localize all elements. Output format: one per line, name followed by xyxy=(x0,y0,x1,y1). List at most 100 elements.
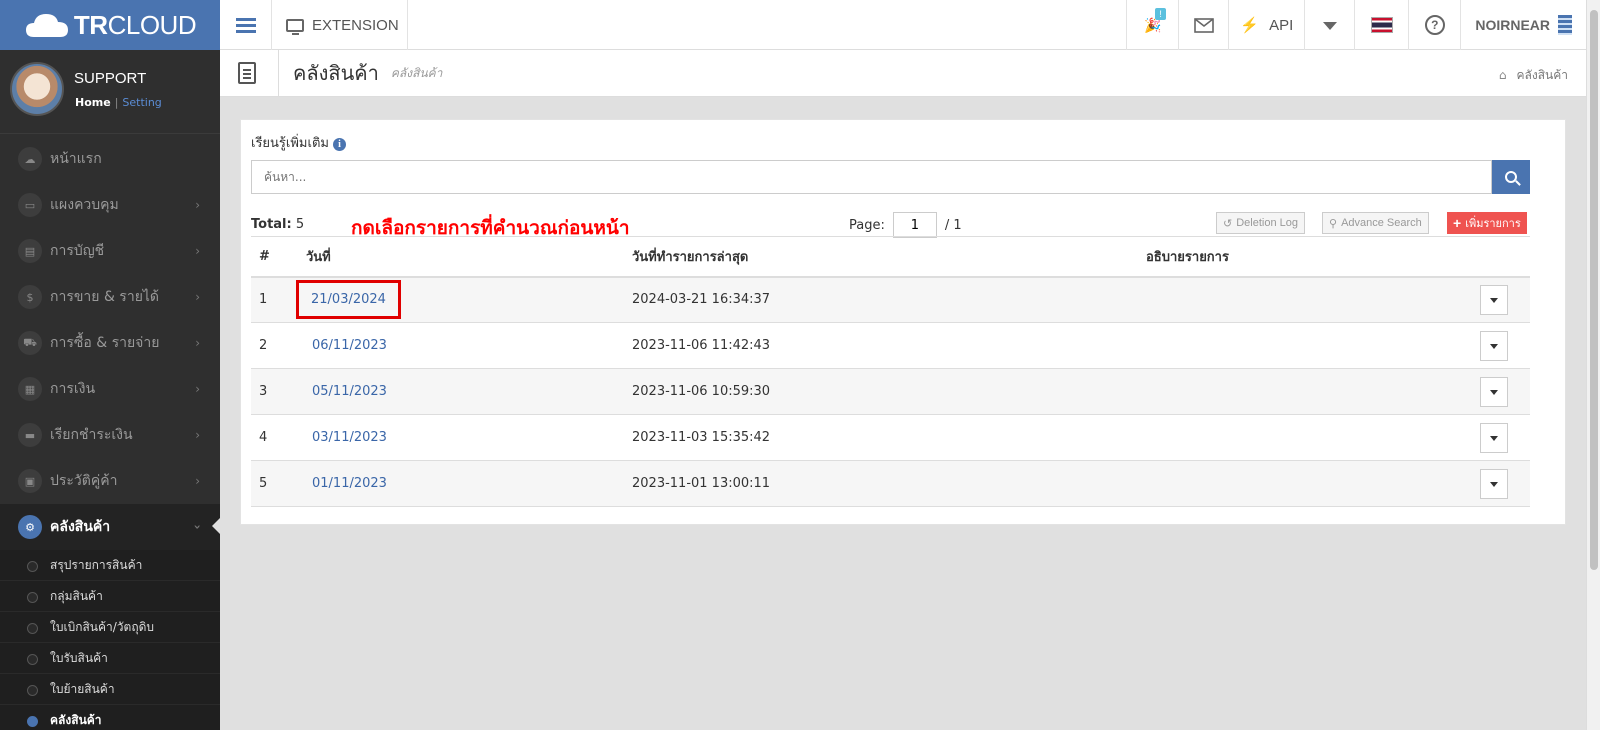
caret-down-icon xyxy=(1490,435,1498,445)
sidebar-item-finance[interactable]: ▦ การเงิน › xyxy=(0,366,220,412)
submenu-item-warehouse[interactable]: คลังสินค้า xyxy=(0,705,220,730)
monitor-icon xyxy=(286,18,304,35)
setting-link[interactable]: Setting xyxy=(122,96,161,109)
sidebar-item-label: คลังสินค้า xyxy=(50,519,111,535)
row-number: 3 xyxy=(251,368,298,415)
advance-search-label: Advance Search xyxy=(1341,217,1422,229)
sidebar-item-home[interactable]: ☁ หน้าแรก xyxy=(0,136,220,182)
advance-search-button[interactable]: ⚲ Advance Search xyxy=(1322,212,1429,234)
notification-badge: ! xyxy=(1155,8,1166,20)
sidebar-item-billing[interactable]: ▬ เรียกชำระเงิน › xyxy=(0,412,220,458)
extension-label: EXTENSION xyxy=(312,16,399,34)
user-menu[interactable]: NOIRNEAR xyxy=(1460,0,1586,50)
page-input[interactable] xyxy=(892,212,937,238)
search-input[interactable] xyxy=(251,160,1492,194)
sidebar-item-partners[interactable]: ▣ ประวัติคู่ค้า › xyxy=(0,458,220,504)
extension-button[interactable]: EXTENSION xyxy=(272,0,408,50)
sidebar-item-dashboard[interactable]: ▭ แผงควบคุม › xyxy=(0,182,220,228)
menu-toggle-button[interactable] xyxy=(220,0,272,50)
thai-flag-icon xyxy=(1370,17,1393,33)
column-header-description[interactable]: อธิบายรายการ xyxy=(1146,236,1480,278)
row-number: 1 xyxy=(251,276,298,323)
row-actions xyxy=(1480,276,1530,323)
row-action-dropdown[interactable] xyxy=(1480,284,1508,315)
deletion-log-button[interactable]: ↺ Deletion Log xyxy=(1216,212,1305,234)
row-description xyxy=(1146,276,1480,323)
submenu-item-requisition[interactable]: ใบเบิกสินค้า/วัตถุดิบ xyxy=(0,612,220,643)
chevron-right-icon: › xyxy=(195,244,200,258)
row-date-link[interactable]: 06/11/2023 xyxy=(312,338,387,353)
plus-icon: + xyxy=(1453,215,1462,231)
row-date-link[interactable]: 21/03/2024 xyxy=(296,280,401,320)
caret-down-icon xyxy=(1490,481,1498,491)
envelope-icon xyxy=(1194,17,1214,33)
sidebar-item-purchases[interactable]: ⛟ การซื้อ & รายจ่าย › xyxy=(0,320,220,366)
sidebar-item-accounting[interactable]: ▤ การบัญชี › xyxy=(0,228,220,274)
page-subtitle: คลังสินค้า xyxy=(390,65,443,80)
search-button[interactable] xyxy=(1492,160,1530,194)
dropdown-button[interactable] xyxy=(1304,0,1354,50)
row-date-link[interactable]: 01/11/2023 xyxy=(312,476,387,491)
total-count: Total: 5 xyxy=(251,217,304,232)
breadcrumb-item[interactable]: คลังสินค้า xyxy=(1516,68,1568,82)
row-action-dropdown[interactable] xyxy=(1480,376,1508,407)
table-row: 5 01/11/2023 2023-11-01 13:00:11 xyxy=(251,460,1530,507)
sidebar-item-label: หน้าแรก xyxy=(50,151,102,167)
breadcrumb: ⌂ คลังสินค้า xyxy=(1499,66,1568,85)
cloud-icon xyxy=(25,14,68,37)
chevron-right-icon: › xyxy=(195,198,200,212)
api-label: API xyxy=(1269,16,1294,34)
submenu-item-transfer[interactable]: ใบย้ายสินค้า xyxy=(0,674,220,705)
table-row: 1 21/03/2024 2024-03-21 16:34:37 xyxy=(251,276,1530,323)
column-header-date[interactable]: วันที่ xyxy=(298,236,632,278)
sidebar: SUPPORT Home | Setting ☁ หน้าแรก ▭ แผงควบค… xyxy=(0,50,220,730)
scrollbar-thumb[interactable] xyxy=(1590,10,1598,570)
chevron-right-icon: › xyxy=(195,336,200,350)
search-icon xyxy=(1505,171,1517,183)
row-description xyxy=(1146,322,1480,369)
messages-button[interactable] xyxy=(1178,0,1228,50)
contact-icon: ▣ xyxy=(18,469,42,493)
home-link[interactable]: Home xyxy=(75,96,111,109)
avatar[interactable] xyxy=(10,62,64,116)
home-icon[interactable]: ⌂ xyxy=(1499,68,1507,82)
column-header-last-modified[interactable]: วันที่ทำรายการล่าสุด xyxy=(632,236,1146,278)
row-description xyxy=(1146,460,1480,507)
row-last-modified: 2023-11-01 13:00:11 xyxy=(632,460,1146,507)
notifications-button[interactable]: 🎉 ! xyxy=(1126,0,1178,50)
submenu-item-receipt[interactable]: ใบรับสินค้า xyxy=(0,643,220,674)
row-action-dropdown[interactable] xyxy=(1480,330,1508,361)
caret-down-icon xyxy=(1322,21,1337,37)
row-action-dropdown[interactable] xyxy=(1480,468,1508,499)
help-button[interactable]: ? xyxy=(1408,0,1460,50)
pagination: Page: / 1 xyxy=(849,212,962,238)
brand-bold: TR xyxy=(73,9,108,40)
book-icon: ▤ xyxy=(18,239,42,263)
add-item-button[interactable]: + เพิ่มรายการ xyxy=(1447,212,1527,234)
credit-card-icon: ▬ xyxy=(18,423,42,447)
sidebar-item-inventory[interactable]: ⚙ คลังสินค้า › xyxy=(0,504,220,550)
dollar-icon: $ xyxy=(18,285,42,309)
api-button[interactable]: ⚡ API xyxy=(1228,0,1304,50)
submenu-item-summary[interactable]: สรุปรายการสินค้า xyxy=(0,550,220,581)
row-date-cell: 05/11/2023 xyxy=(298,368,632,415)
hamburger-icon xyxy=(235,15,256,36)
language-button[interactable] xyxy=(1354,0,1408,50)
chevron-right-icon: › xyxy=(195,474,200,488)
chevron-right-icon: › xyxy=(195,382,200,396)
app-logo[interactable]: TR CLOUD xyxy=(0,0,220,50)
cubes-icon: ⚙ xyxy=(18,515,42,539)
inventory-table: # วันที่ วันที่ทำรายการล่าสุด อธิบายรายก… xyxy=(251,236,1530,507)
row-date-link[interactable]: 03/11/2023 xyxy=(312,430,387,445)
page-scrollbar[interactable] xyxy=(1586,0,1600,730)
submenu-item-groups[interactable]: กลุ่มสินค้า xyxy=(0,581,220,612)
row-action-dropdown[interactable] xyxy=(1480,422,1508,453)
row-description xyxy=(1146,414,1480,461)
cart-icon: ⛟ xyxy=(18,331,42,355)
row-last-modified: 2023-11-06 10:59:30 xyxy=(632,368,1146,415)
sidebar-item-sales[interactable]: $ การขาย & รายได้ › xyxy=(0,274,220,320)
table-row: 4 03/11/2023 2023-11-03 15:35:42 xyxy=(251,414,1530,461)
page-header: คลังสินค้า คลังสินค้า ⌂ คลังสินค้า xyxy=(220,49,1586,97)
row-date-link[interactable]: 05/11/2023 xyxy=(312,384,387,399)
learn-more-link[interactable]: เรียนรู้เพิ่มเติม i xyxy=(251,132,346,153)
